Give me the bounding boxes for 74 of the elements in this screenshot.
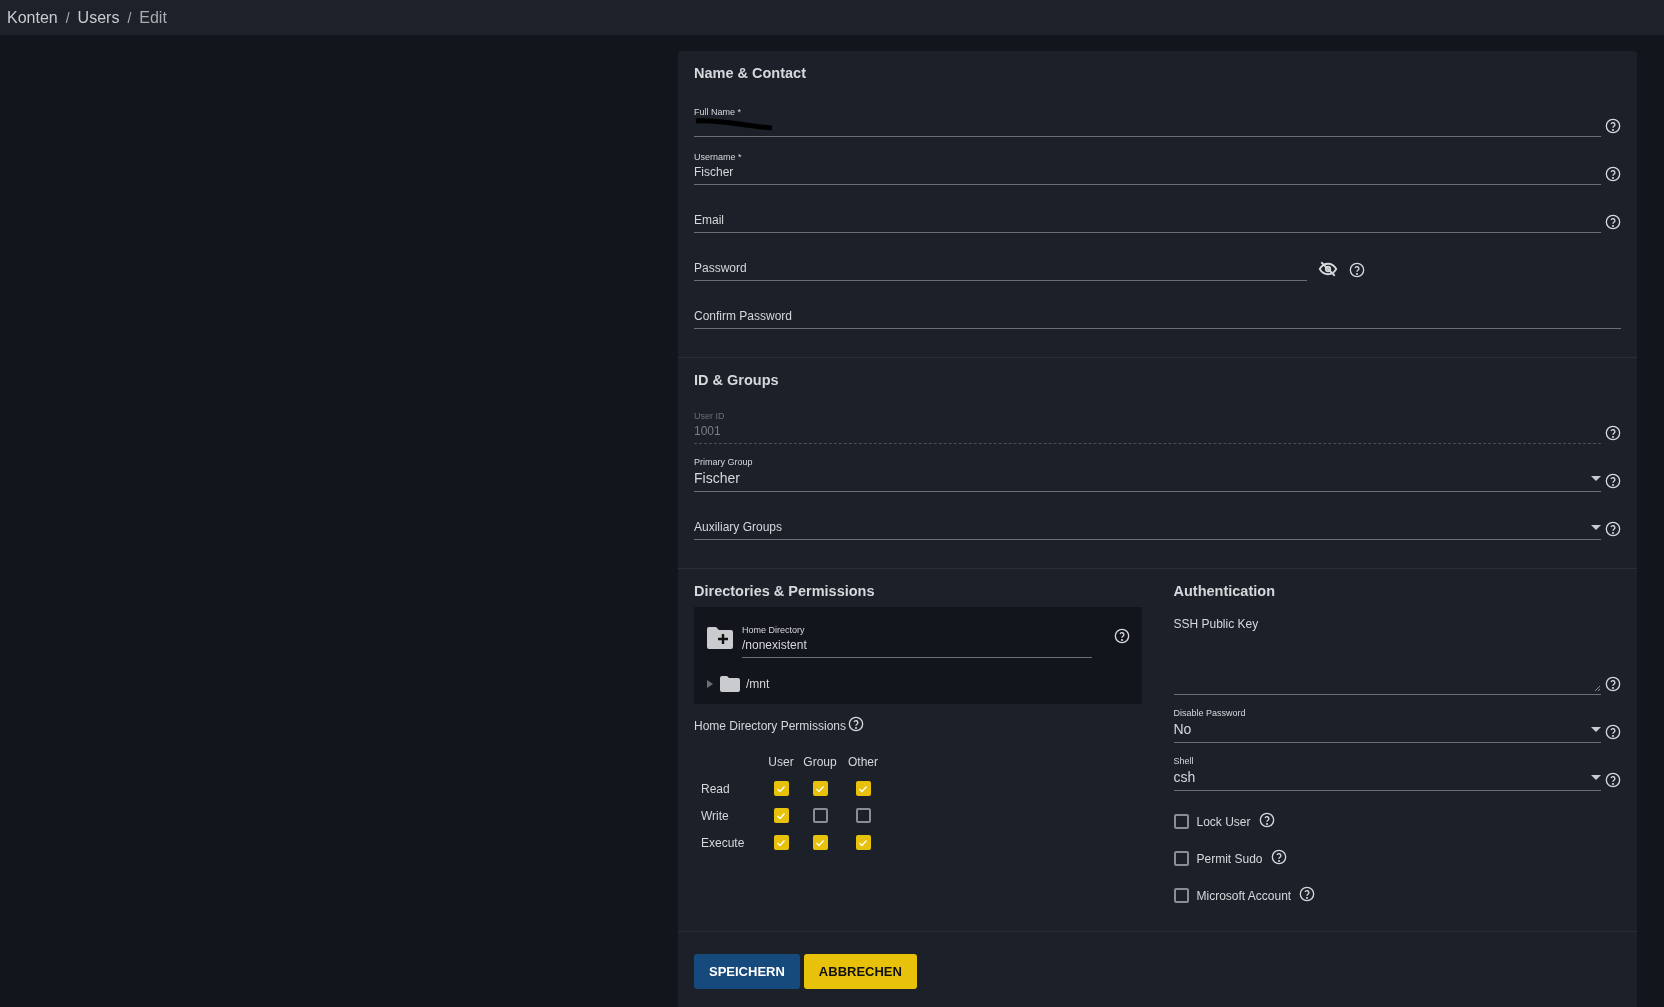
caret-right-icon[interactable]: [706, 680, 714, 688]
select-field[interactable]: Disable Password No: [1173, 702, 1601, 743]
check-icon: [776, 783, 786, 794]
input-field[interactable]: Full Name *: [694, 96, 1601, 137]
check-icon: [858, 837, 868, 848]
help-icon[interactable]: [1299, 886, 1316, 902]
help-icon[interactable]: [1605, 724, 1621, 740]
column-header: Group: [802, 755, 838, 769]
folder-plus-icon[interactable]: [706, 625, 734, 650]
checkbox[interactable]: [855, 808, 871, 823]
tree-item[interactable]: /mnt: [706, 676, 1130, 692]
input-field[interactable]: Confirm Password: [694, 288, 1621, 329]
caret-icon: [1591, 524, 1601, 530]
check-icon: [776, 810, 786, 821]
select-field[interactable]: Shell csh: [1173, 750, 1601, 791]
help-icon[interactable]: [1349, 262, 1365, 278]
caret-icon: [1591, 726, 1601, 732]
checkbox[interactable]: [773, 835, 789, 850]
column-header: User: [767, 755, 795, 769]
help-icon[interactable]: [1605, 473, 1621, 489]
checkbox[interactable]: [812, 808, 828, 823]
help-icon[interactable]: [1270, 849, 1287, 865]
checkbox-label: Permit Sudo: [1196, 851, 1263, 866]
checkbox[interactable]: [773, 808, 789, 823]
breadcrumb-link[interactable]: Konten: [7, 8, 58, 27]
check-icon: [776, 837, 786, 848]
section-title: Name & Contact: [694, 65, 807, 81]
checkbox-label: Microsoft Account: [1196, 888, 1292, 903]
help-icon[interactable]: [1605, 521, 1621, 537]
input-field[interactable]: Email: [694, 192, 1601, 233]
help-icon[interactable]: [1605, 214, 1621, 230]
check-icon: [815, 837, 825, 848]
help-icon[interactable]: [1113, 628, 1130, 644]
caret-icon: [1591, 774, 1601, 780]
breadcrumb-link[interactable]: Users: [77, 8, 120, 27]
permissions-label: Home Directory Permissions: [694, 718, 847, 733]
column-header: Other: [847, 755, 879, 769]
row-label: Execute: [701, 835, 746, 850]
help-icon[interactable]: [1605, 118, 1621, 134]
input-field[interactable]: Password: [694, 240, 1307, 281]
help-icon[interactable]: [1605, 676, 1621, 692]
section-title: Directories & Permissions: [694, 583, 876, 599]
section-title: Authentication: [1173, 583, 1276, 599]
cancel-button[interactable]: ABBRECHEN: [803, 954, 917, 989]
section-title: ID & Groups: [694, 372, 780, 388]
input-field[interactable]: Home Directory /nonexistent: [742, 617, 1092, 658]
checkbox[interactable]: [1173, 851, 1189, 866]
help-icon[interactable]: [1605, 166, 1621, 182]
input-field[interactable]: Username * Fischer: [694, 144, 1601, 185]
checkbox[interactable]: [855, 835, 871, 850]
check-icon: [815, 783, 825, 794]
help-icon[interactable]: [1605, 772, 1621, 788]
checkbox[interactable]: [1173, 888, 1189, 903]
help-icon[interactable]: [848, 716, 865, 732]
checkbox-label: Lock User: [1196, 814, 1251, 829]
resize-handle-icon[interactable]: [1594, 685, 1601, 692]
check-icon: [858, 783, 868, 794]
breadcrumb-separator: /: [65, 9, 70, 26]
checkbox[interactable]: [855, 781, 871, 796]
breadcrumb-separator: /: [127, 9, 132, 26]
select-field[interactable]: Primary Group Fischer: [694, 451, 1601, 492]
help-icon[interactable]: [1258, 812, 1275, 828]
checkbox[interactable]: [812, 781, 828, 796]
caret-icon: [1591, 475, 1601, 481]
save-button[interactable]: SPEICHERN: [694, 954, 800, 989]
checkbox[interactable]: [773, 781, 789, 796]
checkbox[interactable]: [812, 835, 828, 850]
eye-off-icon[interactable]: [1317, 260, 1339, 278]
checkbox[interactable]: [1173, 814, 1189, 829]
textarea-field[interactable]: SSH Public Key: [1173, 614, 1601, 695]
folder-icon: [720, 676, 740, 692]
row-label: Write: [701, 808, 730, 823]
row-label: Read: [701, 781, 731, 796]
select-field[interactable]: Auxiliary Groups: [694, 499, 1601, 540]
